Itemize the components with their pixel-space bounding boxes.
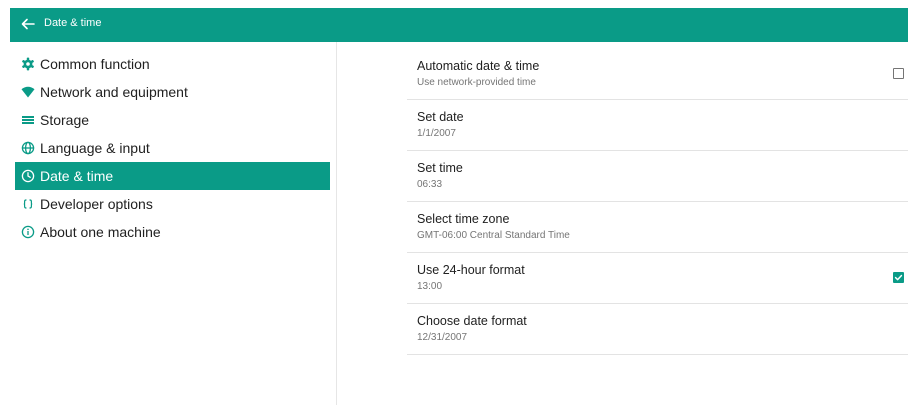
sidebar-item-language-input[interactable]: Language & input	[15, 134, 330, 162]
sidebar-item-label: Common function	[40, 56, 150, 72]
checkmark-icon	[894, 274, 903, 281]
sidebar-item-about-one-machine[interactable]: About one machine	[15, 218, 330, 246]
clock-icon	[21, 169, 35, 183]
setting-set-time[interactable]: Set time 06:33	[407, 150, 908, 202]
setting-select-time-zone[interactable]: Select time zone GMT-06:00 Central Stand…	[407, 201, 908, 253]
use-24-hour-format-checkbox[interactable]	[893, 272, 904, 283]
sidebar-item-label: Date & time	[40, 168, 114, 184]
braces-icon	[23, 199, 33, 209]
setting-choose-date-format[interactable]: Choose date format 12/31/2007	[407, 303, 908, 355]
wifi-icon	[21, 86, 35, 98]
automatic-date-time-checkbox[interactable]	[893, 68, 904, 79]
setting-subtitle: Use network-provided time	[417, 77, 536, 88]
app-bar: Date & time	[10, 8, 908, 42]
sidebar-item-common-function[interactable]: Common function	[15, 50, 330, 78]
arrow-left-icon[interactable]	[19, 15, 37, 33]
globe-icon	[21, 141, 35, 155]
page-title: Date & time	[44, 17, 102, 29]
setting-title: Automatic date & time	[417, 59, 540, 73]
setting-subtitle: 1/1/2007	[417, 128, 456, 139]
sidebar: Common function Network and equipment St…	[0, 42, 337, 405]
sidebar-item-label: Storage	[40, 112, 90, 128]
sidebar-item-label: Network and equipment	[40, 84, 188, 100]
setting-subtitle: 13:00	[417, 281, 443, 292]
setting-title: Select time zone	[417, 212, 510, 226]
sidebar-item-label: Developer options	[40, 196, 153, 212]
sidebar-item-storage[interactable]: Storage	[15, 106, 330, 134]
sidebar-item-label: Language & input	[40, 140, 150, 156]
setting-title: Use 24-hour format	[417, 263, 525, 277]
storage-icon	[22, 116, 34, 124]
setting-title: Set date	[417, 110, 464, 124]
sidebar-item-date-time[interactable]: Date & time	[15, 162, 330, 190]
setting-use-24-hour-format[interactable]: Use 24-hour format 13:00	[407, 252, 908, 304]
sidebar-item-label: About one machine	[40, 224, 161, 240]
gear-icon	[22, 57, 34, 71]
setting-title: Set time	[417, 161, 463, 175]
info-icon	[21, 225, 35, 239]
setting-set-date[interactable]: Set date 1/1/2007	[407, 99, 908, 151]
setting-title: Choose date format	[417, 314, 527, 328]
setting-subtitle: 12/31/2007	[417, 332, 468, 343]
sidebar-item-network-and-equipment[interactable]: Network and equipment	[15, 78, 330, 106]
setting-subtitle: 06:33	[417, 179, 443, 190]
setting-automatic-date-time[interactable]: Automatic date & time Use network-provid…	[407, 48, 908, 100]
sidebar-item-developer-options[interactable]: Developer options	[15, 190, 330, 218]
setting-subtitle: GMT-06:00 Central Standard Time	[417, 230, 570, 241]
